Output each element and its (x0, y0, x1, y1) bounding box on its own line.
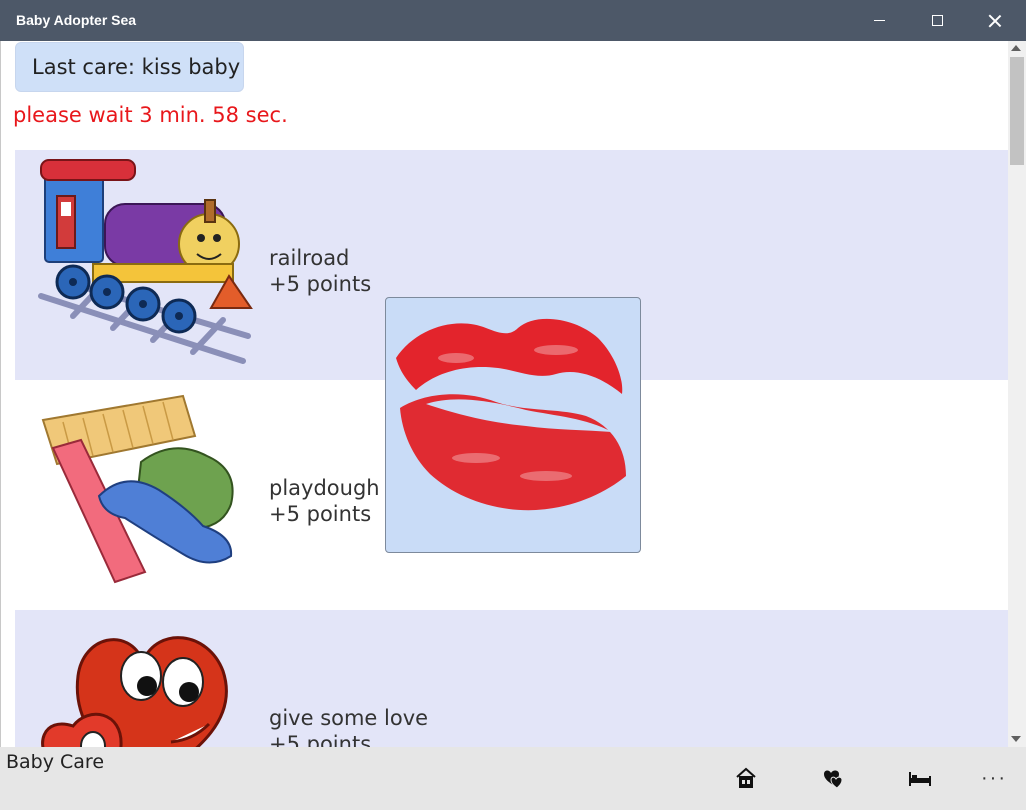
close-icon (988, 14, 1002, 28)
item-label: give some love +5 points (269, 705, 428, 747)
item-points: +5 points (269, 502, 372, 526)
scroll-down-arrow-icon[interactable] (1011, 736, 1021, 742)
item-label: railroad +5 points (269, 245, 371, 297)
more-icon: ··· (981, 766, 1007, 789)
item-label: playdough +5 points (269, 475, 380, 527)
title-bar: Baby Adopter Sea (0, 0, 1026, 41)
kiss-popup[interactable] (385, 297, 641, 553)
playdough-icon (41, 394, 234, 584)
sleep-button[interactable] (900, 763, 940, 793)
close-button[interactable] (966, 0, 1024, 41)
item-points: +5 points (269, 272, 372, 296)
window-title: Baby Adopter Sea (16, 12, 137, 28)
item-name: railroad (269, 246, 350, 270)
bed-icon (909, 772, 931, 786)
minimize-icon (873, 20, 885, 21)
care-item-give-some-love[interactable]: give some love +5 points (15, 610, 1008, 747)
kiss-lips-icon (396, 318, 626, 511)
home-icon (736, 767, 756, 788)
more-options-button[interactable]: ··· (974, 763, 1014, 793)
scroll-up-arrow-icon[interactable] (1011, 45, 1021, 51)
hearts-icon (824, 770, 843, 789)
maximize-button[interactable] (908, 0, 966, 41)
app-bar: Baby Care ··· (0, 747, 1026, 810)
item-points: +5 points (269, 732, 372, 747)
item-name: give some love (269, 706, 429, 730)
scrollbar-thumb[interactable] (1010, 57, 1024, 165)
train-icon (38, 159, 253, 364)
item-name: playdough (269, 476, 380, 500)
hearts-icon (41, 636, 228, 747)
home-button[interactable] (726, 763, 766, 793)
last-care-button[interactable]: Last care: kiss baby (15, 42, 244, 92)
minimize-button[interactable] (850, 0, 908, 41)
love-button[interactable] (813, 763, 853, 793)
app-bar-title: Baby Care (6, 751, 105, 773)
wait-message: please wait 3 min. 58 sec. (13, 103, 288, 127)
maximize-icon (931, 15, 943, 26)
